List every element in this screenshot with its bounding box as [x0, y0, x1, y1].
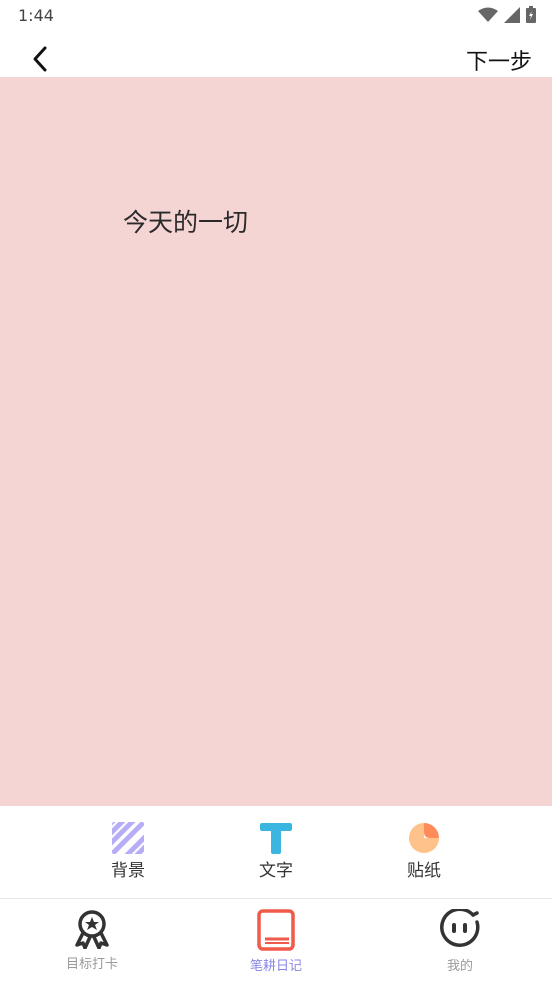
back-button[interactable]: [26, 44, 56, 74]
next-step-button[interactable]: 下一步: [466, 44, 532, 76]
tool-background[interactable]: 背景: [88, 822, 168, 881]
award-badge-icon: [75, 910, 109, 949]
status-time: 1:44: [18, 6, 54, 25]
tool-sticker[interactable]: 贴纸: [384, 822, 464, 881]
stripes-icon: [112, 822, 144, 854]
nav-item-mine[interactable]: 我的: [410, 909, 510, 974]
nav-goals-label: 目标打卡: [65, 957, 118, 972]
tool-background-label: 背景: [111, 861, 145, 881]
tool-text[interactable]: 文字: [236, 822, 316, 881]
signal-icon: [504, 6, 520, 23]
status-bar: 1:44: [0, 0, 552, 32]
tool-sticker-label: 贴纸: [407, 861, 441, 881]
top-bar: 下一步: [0, 32, 552, 77]
nav-diary-label: 笔耕日记: [249, 959, 302, 974]
tool-bar: 背景 文字 贴纸: [0, 806, 552, 899]
bottom-nav: 目标打卡 笔耕日记 我的: [0, 899, 552, 983]
battery-icon: [526, 6, 536, 23]
status-icons: [478, 6, 536, 23]
wifi-icon: [478, 7, 498, 22]
nav-mine-label: 我的: [446, 959, 473, 974]
tool-text-label: 文字: [259, 861, 293, 881]
nav-item-diary[interactable]: 笔耕日记: [226, 909, 326, 974]
text-t-icon: [260, 823, 292, 854]
nav-item-goals[interactable]: 目标打卡: [42, 909, 142, 972]
sticker-icon: [409, 823, 439, 853]
canvas-text[interactable]: 今天的一切: [123, 203, 248, 239]
back-arrow-icon: [33, 46, 47, 72]
book-icon: [257, 909, 295, 951]
diary-canvas[interactable]: 今天的一切: [0, 77, 552, 806]
face-icon: [440, 909, 480, 947]
